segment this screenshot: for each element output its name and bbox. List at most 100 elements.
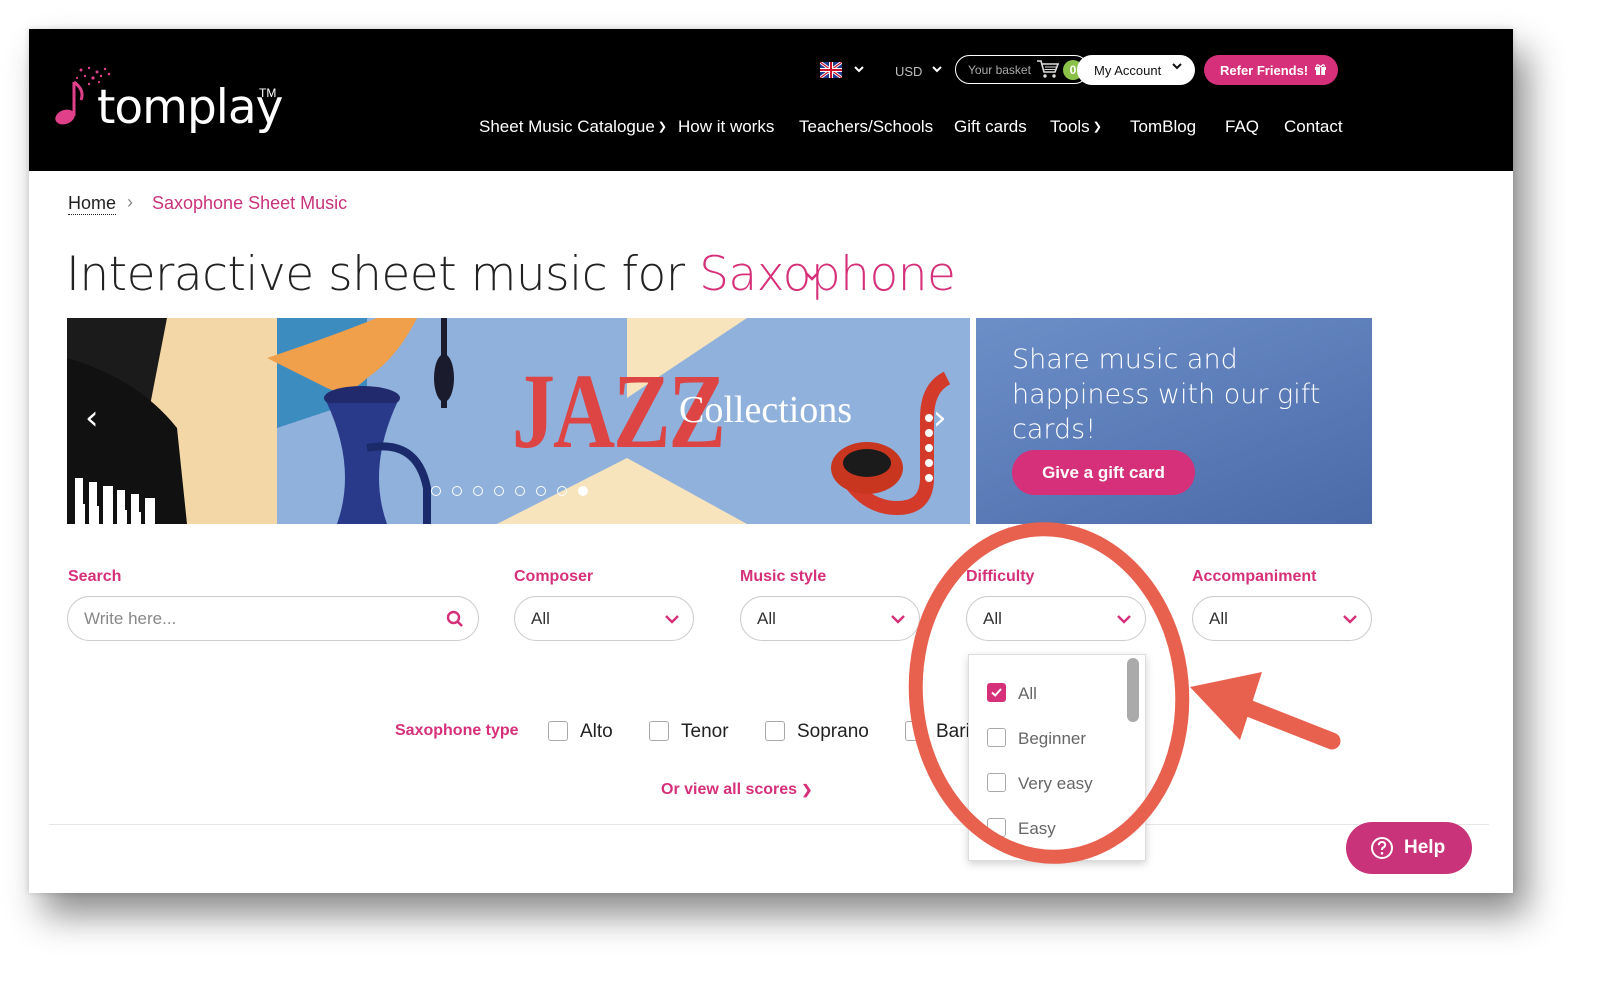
nav-tools[interactable]: Tools ❯: [1050, 117, 1102, 137]
basket-button[interactable]: Your basket 0: [955, 55, 1089, 84]
music-style-value: All: [757, 609, 776, 628]
baritone-checkbox[interactable]: [905, 721, 925, 741]
help-button[interactable]: Help: [1346, 822, 1472, 874]
carousel-dots: [431, 486, 588, 496]
nav-gift-cards[interactable]: Gift cards: [954, 117, 1027, 137]
alto-checkbox[interactable]: [548, 721, 568, 741]
tenor-label[interactable]: Tenor: [681, 721, 729, 743]
search-icon[interactable]: [446, 610, 464, 628]
carousel-dot[interactable]: [494, 486, 504, 496]
alto-label[interactable]: Alto: [580, 721, 613, 743]
instrument-chevron-down-icon[interactable]: [803, 270, 821, 284]
instrument-selector[interactable]: Saxophone: [699, 247, 956, 302]
site-header: tomplay TM USD Your basket 0 My Account: [29, 29, 1513, 171]
cart-icon: [1037, 60, 1060, 78]
chevron-down-icon: [891, 615, 905, 624]
tenor-checkbox[interactable]: [649, 721, 669, 741]
difficulty-select[interactable]: All: [966, 596, 1146, 641]
difficulty-checkbox-easy[interactable]: [987, 818, 1006, 837]
difficulty-option-label: Very easy: [1018, 774, 1093, 793]
composer-label: Composer: [514, 568, 594, 585]
difficulty-checkbox-very-easy[interactable]: [987, 773, 1006, 792]
carousel-dot[interactable]: [515, 486, 525, 496]
banner-collections-text: Collections: [679, 389, 853, 431]
chevron-down-icon: [1117, 615, 1131, 624]
carousel-dot[interactable]: [473, 486, 483, 496]
tomplay-logo[interactable]: tomplay TM: [51, 64, 291, 144]
difficulty-option-label: Easy: [1018, 819, 1056, 838]
breadcrumb-separator-icon: ›: [127, 192, 133, 212]
currency-selector[interactable]: USD: [895, 64, 922, 79]
gift-icon: [1315, 64, 1326, 75]
saxophone-type-label: Saxophone type: [395, 722, 519, 739]
difficulty-option-label: All: [1018, 684, 1037, 703]
nav-tools-label: Tools: [1050, 117, 1090, 136]
help-label: Help: [1404, 837, 1446, 858]
difficulty-value: All: [983, 609, 1002, 628]
search-placeholder: Write here...: [84, 609, 177, 628]
chevron-down-icon: ❯: [657, 121, 667, 133]
nav-teachers-schools[interactable]: Teachers/Schools: [799, 117, 933, 137]
search-label: Search: [68, 568, 122, 585]
nav-catalogue-label: Sheet Music Catalogue: [479, 117, 655, 136]
page-title-prefix: Interactive sheet music for: [66, 247, 685, 302]
search-input[interactable]: Write here...: [67, 596, 479, 641]
my-account-button[interactable]: My Account: [1077, 55, 1195, 85]
section-divider: [49, 824, 1489, 825]
breadcrumb-current: Saxophone Sheet Music: [152, 193, 348, 213]
basket-label: Your basket: [968, 63, 1031, 77]
view-all-scores-label: Or view all scores: [661, 781, 798, 798]
give-gift-card-button[interactable]: Give a gift card: [1012, 450, 1195, 495]
composer-select[interactable]: All: [514, 596, 694, 641]
nav-how-it-works[interactable]: How it works: [678, 117, 774, 137]
music-style-select[interactable]: All: [740, 596, 920, 641]
refer-friends-label: Refer Friends!: [1220, 63, 1309, 78]
chevron-down-icon: [1343, 615, 1357, 624]
difficulty-dropdown-menu: All Beginner Very easy Easy: [968, 654, 1146, 861]
baritone-label[interactable]: Bari: [936, 721, 970, 743]
nav-faq[interactable]: FAQ: [1225, 117, 1259, 137]
view-all-scores-link[interactable]: Or view all scores ❯: [661, 781, 812, 799]
page-title: Interactive sheet music for Saxophone: [66, 247, 956, 302]
chevron-down-icon: [665, 615, 679, 624]
carousel-dot[interactable]: [557, 486, 567, 496]
music-style-label: Music style: [740, 568, 827, 585]
chevron-right-icon: ❯: [801, 782, 813, 797]
gift-card-promo-text: Share music and happiness with our gift …: [1012, 344, 1321, 445]
dropdown-scrollbar[interactable]: [1127, 658, 1139, 722]
uk-flag-icon[interactable]: [820, 62, 842, 78]
carousel-dot[interactable]: [431, 486, 441, 496]
my-account-label: My Account: [1094, 63, 1162, 78]
language-chevron-down-icon[interactable]: [853, 61, 865, 77]
carousel-dot[interactable]: [536, 486, 546, 496]
chevron-down-icon: ❯: [1092, 121, 1102, 133]
gift-card-promo: Share music and happiness with our gift …: [976, 318, 1372, 524]
accompaniment-select[interactable]: All: [1192, 596, 1372, 641]
breadcrumb-home[interactable]: Home: [68, 193, 117, 215]
chevron-down-icon: [1172, 63, 1182, 70]
soprano-label[interactable]: Soprano: [797, 721, 869, 743]
difficulty-label: Difficulty: [966, 568, 1035, 585]
carousel-dot-active[interactable]: [578, 486, 588, 496]
carousel-prev-arrow-icon[interactable]: ‹: [85, 398, 99, 438]
nav-contact[interactable]: Contact: [1284, 117, 1343, 137]
soprano-checkbox[interactable]: [765, 721, 785, 741]
carousel-next-arrow-icon[interactable]: ›: [933, 398, 947, 438]
jazz-collections-carousel[interactable]: JAZZ Collections ‹ ›: [67, 318, 970, 524]
logo-trademark: TM: [259, 86, 277, 100]
question-circle-icon: [1371, 837, 1393, 859]
nav-tomblog[interactable]: TomBlog: [1130, 117, 1196, 137]
nav-sheet-music-catalogue[interactable]: Sheet Music Catalogue ❯: [479, 117, 667, 137]
carousel-dot[interactable]: [452, 486, 462, 496]
currency-chevron-down-icon[interactable]: [931, 61, 943, 77]
refer-friends-button[interactable]: Refer Friends!: [1204, 55, 1338, 85]
browser-window: tomplay TM USD Your basket 0 My Account: [29, 29, 1513, 893]
accompaniment-label: Accompaniment: [1192, 568, 1317, 585]
logo-wordmark: tomplay: [97, 80, 283, 135]
difficulty-checkbox-all[interactable]: [987, 683, 1006, 702]
composer-value: All: [531, 609, 550, 628]
accompaniment-value: All: [1209, 609, 1228, 628]
checkmark-icon: [991, 688, 1002, 697]
difficulty-option-label: Beginner: [1018, 729, 1087, 748]
difficulty-checkbox-beginner[interactable]: [987, 728, 1006, 747]
